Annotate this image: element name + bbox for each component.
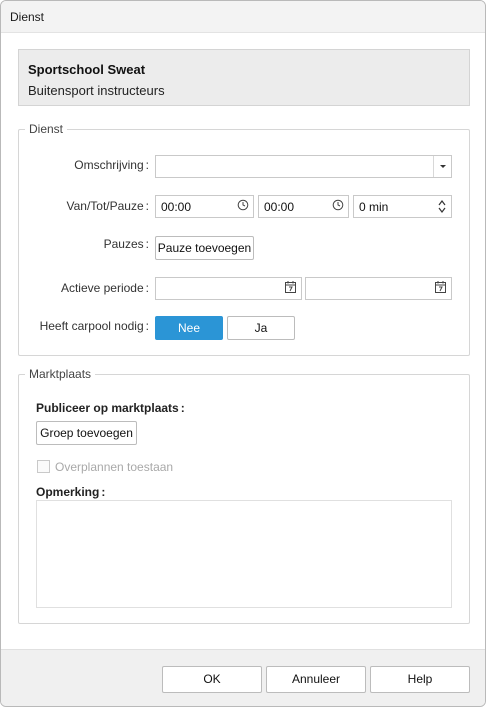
van-time-input[interactable]: 00:00 — [155, 195, 254, 218]
opmerking-label: Opmerking: — [36, 485, 106, 499]
publiceer-label: Publiceer op marktplaats: — [36, 401, 185, 415]
actieve-periode-label: Actieve periode: — [60, 281, 149, 295]
tot-time-input[interactable]: 00:00 — [258, 195, 349, 218]
dialog-footer: OK Annuleer Help — [1, 649, 485, 706]
actieve-periode-end-date[interactable] — [305, 277, 452, 300]
carpool-ja-toggle[interactable]: Ja — [227, 316, 295, 340]
dienst-legend: Dienst — [29, 122, 64, 136]
omschrijving-label-text: Omschrijving — [74, 158, 144, 172]
publiceer-label-text: Publiceer op marktplaats — [36, 401, 179, 415]
spinner-arrows-icon[interactable] — [437, 198, 447, 215]
calendar-icon[interactable] — [285, 281, 296, 293]
omschrijving-dropdown-button[interactable] — [433, 156, 451, 177]
omschrijving-label: Omschrijving: — [74, 158, 149, 172]
carpool-nee-toggle[interactable]: Nee — [155, 316, 223, 340]
pauzes-label-text: Pauzes — [103, 237, 144, 251]
overplannen-checkbox[interactable] — [37, 460, 50, 473]
calendar-icon[interactable] — [435, 281, 446, 293]
annuleer-button[interactable]: Annuleer — [266, 666, 366, 693]
tot-time-value: 00:00 — [264, 200, 295, 214]
pauze-duration-stepper[interactable]: 0 min — [353, 195, 452, 218]
clock-icon[interactable] — [237, 199, 249, 211]
marktplaats-legend: Marktplaats — [29, 367, 92, 381]
pauze-duration-value: 0 min — [359, 200, 389, 214]
dialog-window: Dienst Sportschool Sweat Buitensport ins… — [0, 0, 486, 707]
pauzes-label: Pauzes: — [103, 237, 149, 251]
header-info: Sportschool Sweat Buitensport instructeu… — [18, 49, 470, 106]
pauze-toevoegen-button[interactable]: Pauze toevoegen — [155, 236, 254, 260]
van-tot-pauze-label-text: Van/Tot/Pauze — [66, 199, 144, 213]
department-name: Buitensport instructeurs — [28, 83, 165, 98]
carpool-label: Heeft carpool nodig: — [39, 319, 149, 333]
overplannen-label: Overplannen toestaan — [55, 460, 174, 474]
van-tot-pauze-label: Van/Tot/Pauze: — [66, 199, 149, 213]
title-bar: Dienst — [1, 1, 485, 33]
window-title: Dienst — [10, 10, 45, 24]
clock-icon[interactable] — [332, 199, 344, 211]
omschrijving-combobox[interactable] — [155, 155, 452, 178]
opmerking-textarea[interactable] — [36, 500, 452, 608]
organization-name: Sportschool Sweat — [28, 62, 146, 77]
actieve-periode-start-date[interactable] — [155, 277, 302, 300]
van-time-value: 00:00 — [161, 200, 192, 214]
help-button[interactable]: Help — [370, 666, 470, 693]
chevron-down-icon — [440, 165, 446, 168]
actieve-periode-label-text: Actieve periode — [60, 281, 144, 295]
groep-toevoegen-button[interactable]: Groep toevoegen — [36, 421, 137, 445]
opmerking-label-text: Opmerking — [36, 485, 100, 499]
ok-button[interactable]: OK — [162, 666, 262, 693]
carpool-label-text: Heeft carpool nodig — [39, 319, 144, 333]
